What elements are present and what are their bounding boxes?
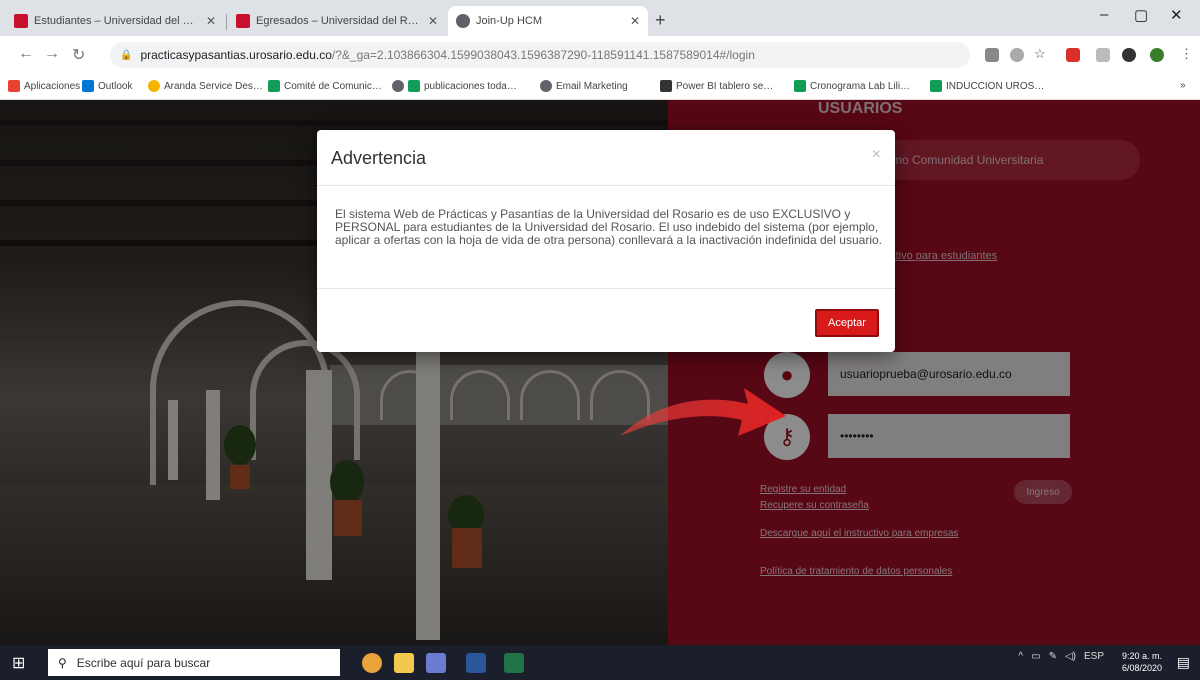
url-domain: practicasypasantias.urosario.edu.co [140,48,332,62]
lock-icon: 🔒 [120,49,133,61]
clock-time: 9:20 a. m. [1121,651,1162,661]
bookmark-item[interactable]: INDUCCION UROS… [930,80,1044,92]
network-icon[interactable]: ▭ [1031,651,1040,662]
menu-dots-icon[interactable]: ⋮ [1180,46,1194,61]
bookmark-item[interactable]: publicaciones toda… [392,80,517,92]
bookmarks-bar: Aplicaciones Outlook Aranda Service Des…… [0,74,1200,100]
paint-icon[interactable] [426,653,446,673]
globe-icon [540,80,552,92]
star-bookmark-icon[interactable]: ☆ [1034,46,1048,61]
sheets-icon [794,80,806,92]
windows-taskbar: ⊞ ⚲ Escribe aquí para buscar ^ ▭ ✎ ◁) ES… [0,645,1200,680]
globe-favicon-icon [456,14,470,28]
taskbar-search-input[interactable]: ⚲ Escribe aquí para buscar [48,649,340,676]
chevron-up-icon[interactable]: ^ [1018,651,1023,662]
bookmark-item[interactable]: Power BI tablero se… [660,80,773,92]
dialog-message: El sistema Web de Prácticas y Pasantías … [335,207,883,247]
tab-egresados[interactable]: Egresados – Universidad del Ros… ✕ [228,6,446,36]
clock[interactable]: 9:20 a. m. 6/08/2020 [1122,650,1162,674]
sheets-icon [268,80,280,92]
restore-button[interactable]: ▢ [1134,6,1148,24]
page-content: USUARIOS mo Comunidad Universitaria ucti… [0,100,1200,645]
tab-title: Join-Up HCM [476,15,543,27]
bookmark-item[interactable]: Email Marketing [540,80,628,92]
tab-title: Estudiantes – Universidad del R… [34,15,198,27]
notification-icon[interactable]: ▤ [1177,654,1190,671]
new-tab-button[interactable]: + [655,10,666,31]
reload-icon[interactable]: ↻ [72,45,85,65]
power-bi-icon [660,80,672,92]
excel-icon[interactable] [504,653,524,673]
bookmarks-more-button[interactable]: » [1180,80,1186,91]
windows-start-icon[interactable]: ⊞ [12,653,25,673]
language-indicator[interactable]: ESP [1084,651,1104,662]
chrome-icon[interactable] [362,653,382,673]
warning-dialog: Advertencia × El sistema Web de Práctica… [317,130,895,352]
bookmark-item[interactable]: Cronograma Lab Lili… [794,80,910,92]
tab-title: Egresados – Universidad del Ros… [256,15,420,27]
accept-button[interactable]: Aceptar [815,309,879,337]
bookmark-item[interactable]: Aranda Service Des… [148,80,263,92]
clock-date: 6/08/2020 [1121,663,1162,673]
key-icon[interactable] [985,48,999,62]
search-placeholder: Escribe aquí para buscar [76,655,211,670]
sheets-icon [930,80,942,92]
dialog-title: Advertencia [331,148,427,168]
apps-grid-icon [8,80,20,92]
back-arrow-icon[interactable]: ← [18,45,34,63]
browser-toolbar: ← → ↻ 🔒 practicasypasantias.urosario.edu… [0,36,1200,74]
volume-icon[interactable]: ◁) [1065,651,1076,662]
word-icon[interactable] [466,653,486,673]
tab-estudiantes[interactable]: Estudiantes – Universidad del R… ✕ [6,6,224,36]
forward-arrow-icon[interactable]: → [44,45,60,63]
extension-gray-icon[interactable] [1096,48,1110,62]
search-icon: ⚲ [58,655,67,670]
url-path: /?&_ga=2.103866304.1599038043.1596387290… [331,48,755,62]
bookmark-item[interactable]: Outlook [82,80,132,92]
dialog-footer: Aceptar [317,288,895,352]
file-explorer-icon[interactable] [394,653,414,673]
avatar[interactable] [1150,48,1164,62]
address-bar[interactable]: 🔒 practicasypasantias.urosario.edu.co /?… [110,42,970,68]
close-window-button[interactable]: ✕ [1170,6,1183,24]
pen-icon[interactable]: ✎ [1049,651,1057,662]
close-tab-icon[interactable]: ✕ [206,14,216,28]
university-favicon-icon [236,14,250,28]
bookmark-item[interactable]: Aplicaciones [8,80,80,92]
pointer-arrow-icon [620,388,786,436]
bookmark-item[interactable]: Comité de Comunic… [268,80,382,92]
outlook-icon [82,80,94,92]
globe-icon [392,80,404,92]
browser-tab-bar: Estudiantes – Universidad del R… ✕ Egres… [0,0,1200,36]
close-icon[interactable]: × [872,146,881,164]
dialog-header: Advertencia × [317,130,895,186]
zoom-icon[interactable] [1010,48,1024,62]
aranda-icon [148,80,160,92]
close-tab-icon[interactable]: ✕ [630,14,640,28]
extension-red-icon[interactable] [1066,48,1080,62]
university-favicon-icon [14,14,28,28]
extensions-puzzle-icon[interactable] [1122,48,1136,62]
close-tab-icon[interactable]: ✕ [428,14,438,28]
tab-joinup-hcm[interactable]: Join-Up HCM ✕ [448,6,648,36]
sheets-icon [408,80,420,92]
minimize-button[interactable]: – [1100,6,1108,23]
